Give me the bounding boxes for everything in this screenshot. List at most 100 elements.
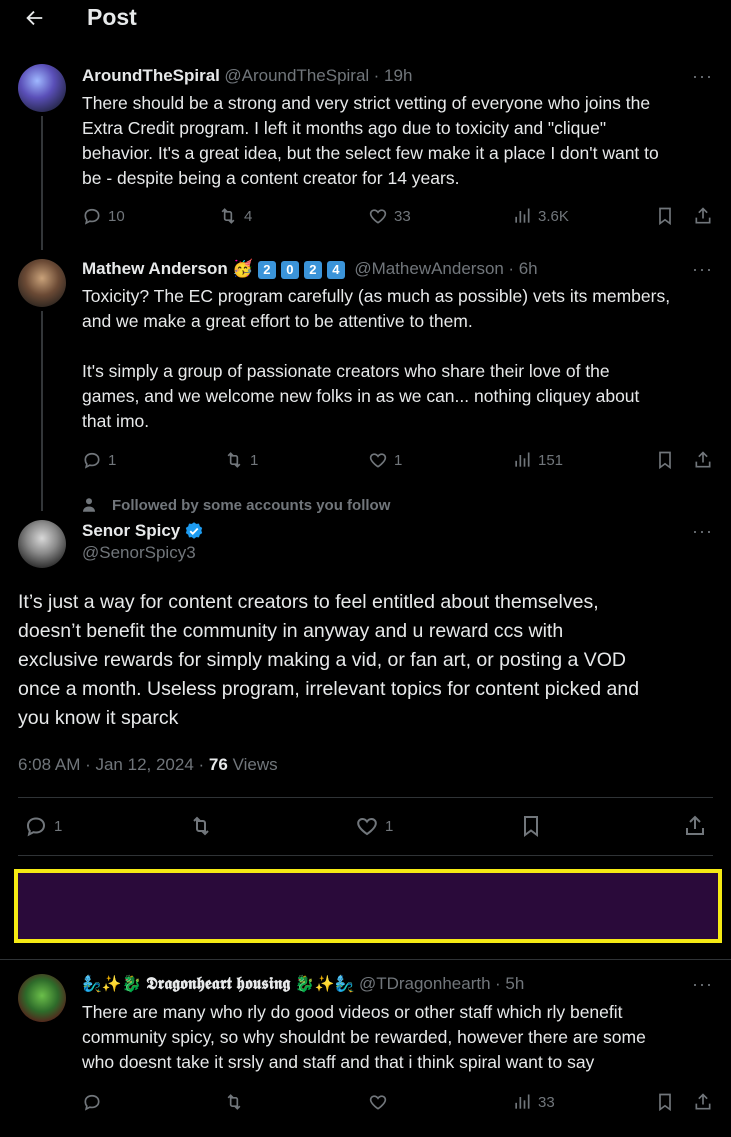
share-button[interactable] <box>693 450 713 470</box>
more-icon[interactable]: ··· <box>692 259 713 280</box>
name-emoji-suffix: 🐉✨🧞‍♂️ <box>294 976 355 993</box>
more-icon[interactable]: ··· <box>692 974 713 995</box>
views-count: 33 <box>538 1093 555 1111</box>
divider <box>0 959 731 960</box>
verified-icon <box>186 522 203 539</box>
like-count: 1 <box>385 817 394 835</box>
share-button[interactable] <box>693 206 713 226</box>
like-button[interactable]: 1 <box>355 814 393 838</box>
repost-button[interactable] <box>189 814 213 838</box>
reply-icon <box>84 208 100 225</box>
repost-count: 1 <box>250 451 259 469</box>
share-icon <box>695 1093 711 1110</box>
more-icon[interactable]: ··· <box>692 521 713 542</box>
repost-button[interactable]: 1 <box>224 450 258 470</box>
bookmark-button[interactable] <box>655 206 675 226</box>
like-icon <box>357 817 377 836</box>
share-button[interactable] <box>683 814 707 838</box>
bookmark-icon <box>659 207 671 226</box>
post-time[interactable]: · 19h <box>374 66 413 85</box>
person-icon <box>83 498 95 512</box>
avatar[interactable] <box>18 520 66 568</box>
share-icon <box>695 207 711 224</box>
thread-line <box>41 116 43 250</box>
like-icon <box>369 1095 387 1110</box>
like-icon <box>369 209 387 224</box>
like-icon <box>369 453 387 468</box>
author-name[interactable]: Senor Spicy <box>82 521 180 541</box>
reply-count: 1 <box>108 451 117 469</box>
reply-count: 1 <box>54 817 63 835</box>
year-badge: 2 <box>303 260 322 279</box>
like-button[interactable]: 1 <box>368 450 402 470</box>
views-button[interactable]: 33 <box>512 1092 555 1112</box>
views-icon <box>515 208 530 223</box>
main-tweet-text: It’s just a way for content creators to … <box>18 591 640 729</box>
views-label: Views <box>232 755 278 774</box>
views-count: 76 <box>208 755 228 774</box>
reply-count: 10 <box>108 207 125 225</box>
social-context: Followed by some accounts you follow <box>82 496 390 514</box>
page-title: Post <box>87 4 137 30</box>
post-meta: 6:08 AM · Jan 12, 2024 · 76 Views <box>18 755 278 775</box>
share-icon <box>695 451 711 468</box>
reply-composer-highlight[interactable] <box>14 869 722 943</box>
repost-icon <box>227 1094 241 1110</box>
author-block: Senor Spicy @SenorSpicy3 <box>82 521 204 563</box>
views-button[interactable]: 151 <box>512 450 563 470</box>
author-handle[interactable]: @TDragonhearth <box>359 974 491 993</box>
tweet-text: There are many who rly do good videos or… <box>82 1002 646 1072</box>
author-handle[interactable]: @AroundTheSpiral <box>224 66 369 85</box>
bookmark-icon <box>659 451 671 470</box>
year-badge: 0 <box>280 260 299 279</box>
like-count: 33 <box>394 207 411 225</box>
tweet-text: Toxicity? The EC program carefully (as m… <box>82 286 671 431</box>
post-time[interactable]: · 6h <box>508 259 537 278</box>
party-emoji: 🥳 <box>232 259 254 278</box>
repost-button[interactable] <box>224 1092 244 1112</box>
bookmark-button[interactable] <box>655 450 675 470</box>
like-count: 1 <box>394 451 403 469</box>
bookmark-button[interactable] <box>519 814 543 838</box>
thread-line <box>41 311 43 511</box>
author-name[interactable]: AroundTheSpiral <box>82 66 220 85</box>
avatar[interactable] <box>18 259 66 307</box>
avatar[interactable] <box>18 974 66 1022</box>
back-arrow-icon[interactable] <box>16 2 52 34</box>
bookmark-button[interactable] <box>655 1092 675 1112</box>
repost-count: 4 <box>244 207 253 225</box>
reply-icon <box>26 817 46 837</box>
like-button[interactable] <box>368 1092 388 1112</box>
tweet-header: AroundTheSpiral @AroundTheSpiral · 19h <box>82 66 412 86</box>
repost-button[interactable]: 4 <box>218 206 252 226</box>
views-count: 151 <box>538 451 564 469</box>
reply-button[interactable]: 10 <box>82 206 125 226</box>
reply-icon <box>84 452 100 469</box>
year-badge: 4 <box>326 260 345 279</box>
author-name[interactable]: Mathew Anderson <box>82 259 228 278</box>
post-time[interactable]: · 5h <box>495 974 524 993</box>
more-icon[interactable]: ··· <box>692 66 713 87</box>
repost-icon <box>193 816 209 836</box>
divider <box>18 797 713 798</box>
share-button[interactable] <box>693 1092 713 1112</box>
author-name[interactable]: 𝕯𝖗𝖆𝖌𝖔𝖓𝖍𝖊𝖆𝖗𝖙 𝖍𝖔𝖚𝖘𝖎𝖓𝖌 <box>146 974 290 993</box>
tweet-text: There should be a strong and very strict… <box>82 93 659 188</box>
post-timestamp[interactable]: 6:08 AM · Jan 12, 2024 · <box>18 755 204 774</box>
share-icon <box>686 815 704 835</box>
tweet-header: 🧞‍♂️✨🐉 𝕯𝖗𝖆𝖌𝖔𝖓𝖍𝖊𝖆𝖗𝖙 𝖍𝖔𝖚𝖘𝖎𝖓𝖌 🐉✨🧞‍♂️ @TDrag… <box>82 974 524 994</box>
author-handle[interactable]: @MathewAnderson <box>354 259 504 278</box>
reply-button[interactable] <box>82 1092 102 1112</box>
reply-button[interactable]: 1 <box>82 450 116 470</box>
top-bar: Post <box>0 0 731 40</box>
reply-button[interactable]: 1 <box>24 814 62 838</box>
views-button[interactable]: 3.6K <box>512 206 569 226</box>
author-handle[interactable]: @SenorSpicy3 <box>82 543 204 563</box>
like-button[interactable]: 33 <box>368 206 411 226</box>
views-icon <box>515 1094 530 1109</box>
bookmark-icon <box>524 816 538 837</box>
repost-icon <box>221 208 235 224</box>
views-icon <box>515 452 530 467</box>
avatar[interactable] <box>18 64 66 112</box>
divider <box>18 855 713 856</box>
